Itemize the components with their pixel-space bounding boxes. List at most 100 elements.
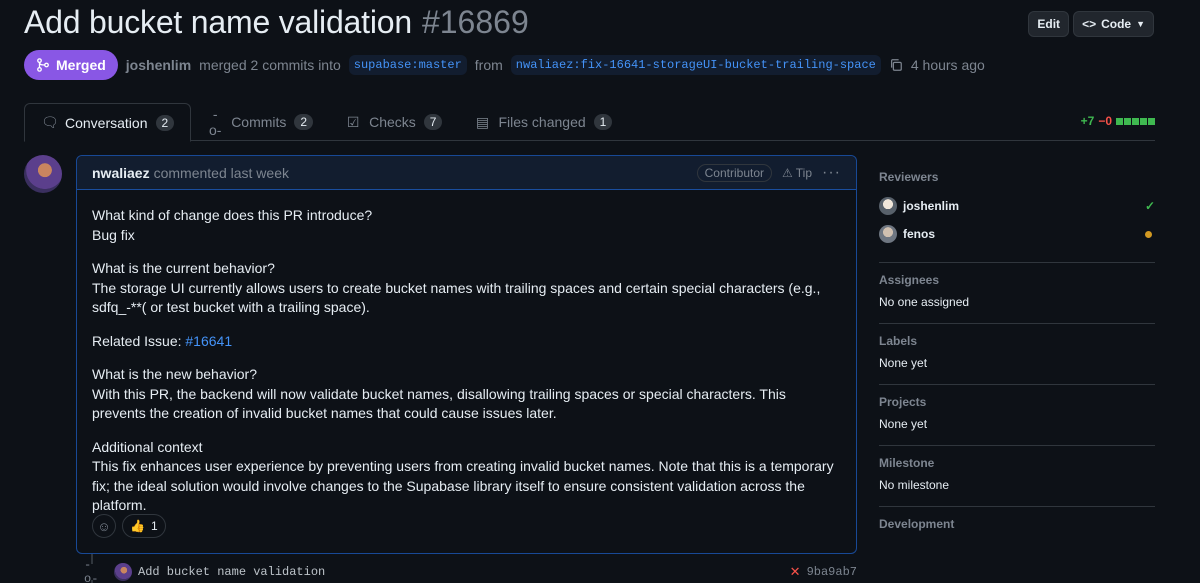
tip-label: Tip [795,165,813,180]
paragraph: What is the current behavior? The storage… [92,259,841,318]
diffstat-blocks [1116,117,1155,125]
tab-count: 2 [294,114,314,130]
thumbs-up-reaction[interactable]: 👍 1 [122,514,166,538]
sidebar-development: Development [879,507,1155,553]
avatar[interactable] [24,155,62,193]
merge-text: merged 2 commits into [199,57,341,73]
tab-commits[interactable]: -o- Commits 2 [191,103,329,141]
tab-checks[interactable]: ☑ Checks 7 [329,103,458,141]
edit-button-label: Edit [1037,17,1061,31]
reactions: ☺ 👍 1 [92,514,166,538]
reviewer-item[interactable]: fenos [879,220,1155,248]
additions-count: +7 [1080,114,1095,128]
alert-icon: ⚠ [782,165,793,180]
tab-label: Commits [231,114,287,130]
sidebar-title[interactable]: Labels [879,334,1155,348]
pr-number: #16869 [421,4,529,40]
paragraph: What is the new behavior? With this PR, t… [92,365,841,424]
kebab-menu-icon[interactable]: ··· [822,164,841,182]
tab-count: 7 [423,114,443,130]
answer-text: Bug fix [92,226,135,243]
merged-badge: Merged [24,50,118,80]
sidebar-value: No milestone [879,478,950,492]
sidebar-value: None yet [879,356,928,370]
copy-icon[interactable] [889,58,903,72]
tab-label: Conversation [65,114,148,131]
question-text: What is the current behavior? [92,260,275,276]
edit-button[interactable]: Edit [1028,11,1070,37]
commit-icon: -o- [84,558,100,583]
diffstat-block [1132,117,1139,125]
issue-link[interactable]: #16641 [185,333,232,349]
comment-body: What kind of change does this PR introdu… [77,190,856,516]
commit-meta: ✕ 9ba9ab7 [790,564,857,580]
sidebar-projects: Projects None yet [879,385,1155,446]
comment-timestamp[interactable]: commented last week [154,165,289,181]
answer-text: This fix enhances user experience by pre… [92,458,834,513]
question-text: What kind of change does this PR introdu… [92,207,373,223]
sidebar-title[interactable]: Milestone [879,456,1155,470]
diffstat-block [1148,117,1155,125]
sidebar-reviewers: Reviewers joshenlim ✓ fenos [879,160,1155,263]
question-text: What is the new behavior? [92,366,257,382]
avatar [879,225,897,243]
paragraph: What kind of change does this PR introdu… [92,206,841,245]
reviewer-name: joshenlim [903,199,960,213]
related-label: Related Issue: [92,332,182,349]
diffstat-block [1116,117,1123,125]
sidebar-value: No one assigned [879,295,970,309]
header-actions: Edit <> Code ▼ [1028,11,1154,37]
x-icon[interactable]: ✕ [790,564,801,580]
tab-conversation[interactable]: 🗨 Conversation 2 [24,103,192,142]
diffstat: +7 −0 [1081,114,1155,128]
contributor-badge: Contributor [696,163,773,182]
reviewer-item[interactable]: joshenlim ✓ [879,192,1155,220]
merge-icon [37,58,49,72]
file-diff-icon: ▤ [475,113,490,130]
code-button[interactable]: <> Code ▼ [1073,11,1154,37]
sidebar-title[interactable]: Assignees [879,273,1155,287]
commit-sha[interactable]: 9ba9ab7 [807,565,857,579]
chevron-down-icon: ▼ [1136,19,1145,29]
deletions-count: −0 [1098,114,1112,128]
check-icon: ✓ [1144,199,1155,213]
code-icon: <> [1082,17,1097,31]
commit-icon: -o- [208,106,222,138]
tab-count: 2 [155,114,175,131]
thumbs-up-icon: 👍 [130,519,145,533]
sidebar-labels: Labels None yet [879,324,1155,385]
comment-header-actions: Contributor ⚠ Tip ··· [696,163,841,182]
checklist-icon: ☑ [346,113,360,130]
pr-meta: Merged joshenlim merged 2 commits into s… [24,50,985,80]
merged-badge-label: Merged [56,57,106,73]
diffstat-block [1140,117,1147,125]
comment-icon: 🗨 [41,114,59,130]
tab-label: Files changed [498,114,586,130]
code-button-label: Code [1101,17,1132,31]
sidebar-assignees: Assignees No one assigned [879,263,1155,324]
sidebar-value: None yet [879,417,928,431]
pr-tabs: 🗨 Conversation 2 -o- Commits 2 ☑ Checks … [24,103,1155,142]
avatar[interactable] [114,563,132,581]
head-branch[interactable]: nwaliaez:fix-16641-storageUI-bucket-trai… [510,55,881,75]
sidebar-title[interactable]: Projects [879,395,1155,409]
commit-message[interactable]: Add bucket name validation [138,565,325,579]
sidebar: Reviewers joshenlim ✓ fenos Assignees No… [879,160,1155,553]
commit-item: -o- Add bucket name validation ✕ 9ba9ab7 [84,558,857,583]
paragraph: Additional context This fix enhances user… [92,438,841,516]
comment-header: nwaliaez commented last week Contributor… [77,156,856,190]
pr-title-row: Add bucket name validation #16869 [24,4,529,41]
tip-button[interactable]: ⚠ Tip [782,166,812,180]
merged-by-link[interactable]: joshenlim [126,57,191,73]
from-text: from [474,57,503,73]
base-branch[interactable]: supabase:master [348,55,467,75]
sidebar-title[interactable]: Reviewers [879,170,1155,184]
tab-files-changed[interactable]: ▤ Files changed 1 [458,103,628,141]
add-reaction-button[interactable]: ☺ [92,514,116,538]
answer-text: With this PR, the backend will now valid… [92,385,786,422]
tab-count: 1 [593,114,613,130]
pr-description-comment: nwaliaez commented last week Contributor… [76,155,857,554]
comment-author[interactable]: nwaliaez [92,165,150,181]
sidebar-title[interactable]: Development [879,517,1155,531]
smiley-icon: ☺ [97,518,111,534]
